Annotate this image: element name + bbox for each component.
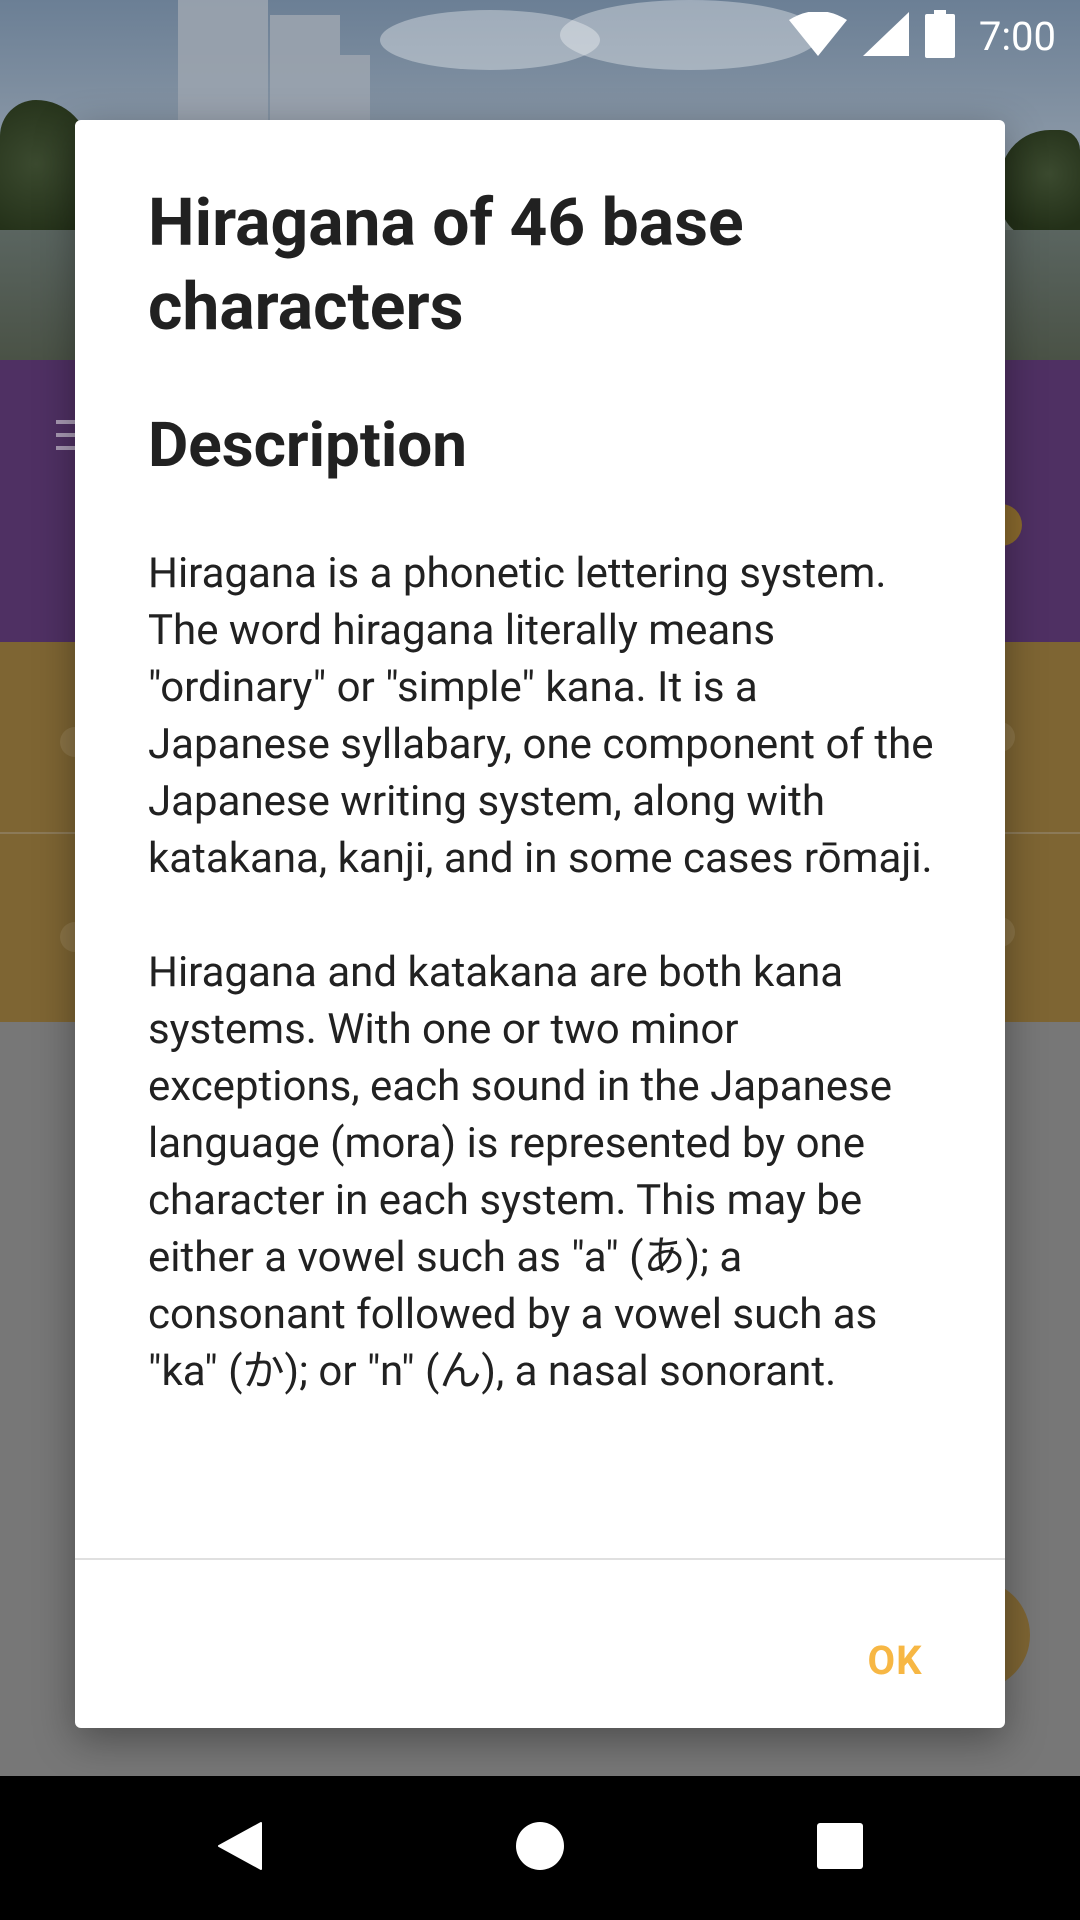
status-bar: 7:00	[0, 0, 1080, 72]
battery-icon	[924, 10, 955, 62]
description-dialog: Hiragana of 46 base characters Descripti…	[75, 120, 1005, 1728]
cell-signal-icon	[862, 12, 909, 60]
recents-icon	[817, 1823, 863, 1873]
dialog-scroll-area[interactable]: Hiragana of 46 base characters Descripti…	[75, 120, 1005, 1558]
body-paragraph: Hiragana and katakana are both kana syst…	[148, 948, 892, 1396]
dialog-body: Hiragana is a phonetic lettering system.…	[148, 545, 948, 1457]
status-time: 7:00	[978, 12, 1056, 60]
body-paragraph: Hiragana is a phonetic lettering system.…	[148, 549, 934, 883]
wifi-icon	[788, 11, 847, 60]
back-icon	[217, 1821, 263, 1875]
back-button[interactable]	[170, 1776, 310, 1920]
home-icon	[515, 1821, 565, 1875]
ok-button[interactable]: OK	[815, 1620, 975, 1700]
navigation-bar	[0, 1776, 1080, 1920]
recents-button[interactable]	[770, 1776, 910, 1920]
home-button[interactable]	[470, 1776, 610, 1920]
dialog-divider	[75, 1558, 1005, 1560]
dialog-title: Hiragana of 46 base characters	[148, 185, 744, 346]
dialog-heading: Description	[148, 409, 468, 482]
